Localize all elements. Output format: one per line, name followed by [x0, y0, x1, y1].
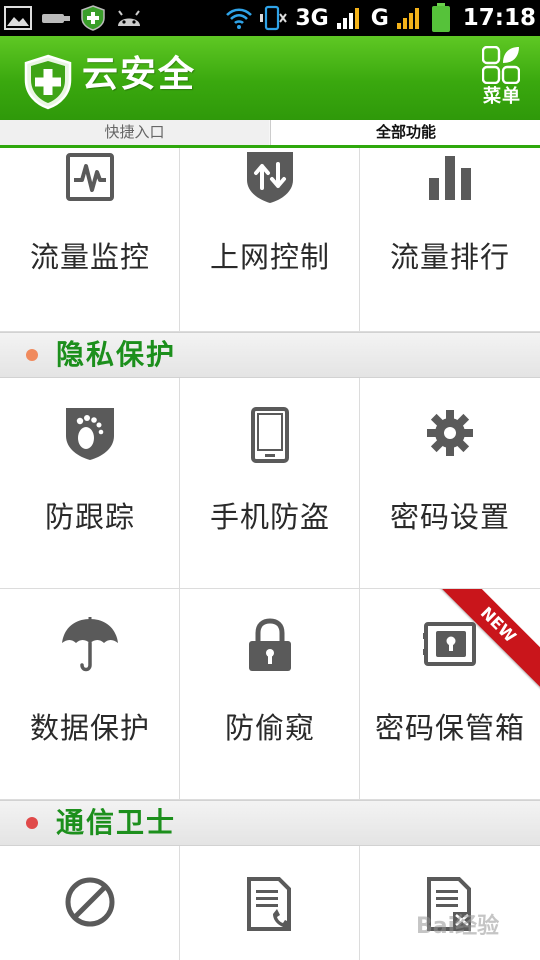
- feature-label: 流量监控: [29, 240, 150, 274]
- app-logo-shield-icon: [24, 54, 72, 110]
- call-log-icon: [247, 877, 291, 931]
- feature-anti-peeping[interactable]: 防偷窥: [180, 589, 360, 800]
- section-title: 通信卫士: [56, 806, 177, 839]
- network-3g-label: 3G: [295, 5, 329, 31]
- section-dot: [26, 349, 38, 361]
- clock: 17:18: [462, 5, 536, 31]
- app-header: [0, 36, 540, 120]
- feature-network-control[interactable]: 上网控制: [180, 148, 360, 332]
- traffic-monitor-icon: [66, 153, 114, 201]
- feature-data-protection[interactable]: 数据保护: [0, 589, 180, 800]
- tab-bar: 快捷入口 全部功能: [0, 120, 540, 148]
- feature-traffic-ranking[interactable]: 流量排行: [360, 148, 540, 332]
- section-privacy-header: 隐私保护: [0, 332, 540, 378]
- safe-icon: [423, 622, 476, 666]
- feature-label: 数据保护: [29, 711, 150, 745]
- feature-password-vault[interactable]: 密码保管箱 NEW: [360, 589, 540, 800]
- feature-password-settings[interactable]: 密码设置: [360, 378, 540, 589]
- network-g-label: G: [370, 5, 389, 31]
- status-bar: 3G G 17:18: [0, 0, 540, 36]
- feature-traffic-monitor[interactable]: 流量监控: [0, 148, 180, 332]
- anti-tracking-icon: [66, 408, 114, 460]
- menu-label: 菜单: [483, 86, 521, 107]
- traffic-ranking-icon: [429, 156, 471, 200]
- usb-icon: [42, 14, 70, 23]
- battery-icon: [431, 3, 450, 32]
- feature-label: 防偷窥: [224, 711, 315, 745]
- section-title: 隐私保护: [56, 338, 177, 371]
- signal-g-icon: [396, 8, 419, 29]
- feature-label: 密码保管箱: [374, 711, 525, 745]
- gear-icon: [427, 410, 473, 456]
- section-comm-header: 通信卫士: [0, 800, 540, 846]
- gallery-icon: [4, 6, 32, 30]
- vibrate-mute-icon: [260, 5, 288, 31]
- menu-grid-icon: [482, 46, 520, 84]
- feature-call-log[interactable]: [180, 846, 360, 960]
- feature-anti-theft[interactable]: 手机防盗: [180, 378, 360, 589]
- section-dot: [26, 817, 38, 829]
- app-title: 云安全: [82, 54, 197, 95]
- feature-label: 流量排行: [389, 240, 510, 274]
- anti-theft-phone-icon: [251, 407, 289, 463]
- feature-label: 密码设置: [389, 500, 510, 534]
- block-icon: [65, 877, 115, 927]
- feature-label: 上网控制: [209, 240, 330, 274]
- android-icon: [118, 10, 140, 26]
- lock-icon: [249, 618, 291, 671]
- tab-all-features[interactable]: 全部功能: [270, 120, 540, 145]
- feature-anti-tracking[interactable]: 防跟踪: [0, 378, 180, 589]
- feature-message-block[interactable]: [360, 846, 540, 960]
- umbrella-icon: [62, 617, 118, 672]
- feature-label: 防跟踪: [44, 500, 135, 534]
- menu-button[interactable]: 菜单: [474, 44, 530, 110]
- feature-label: 手机防盗: [209, 500, 330, 534]
- network-control-icon: [247, 152, 293, 203]
- security-shield-icon: [81, 5, 105, 31]
- wifi-icon: [226, 8, 253, 29]
- feature-block[interactable]: [0, 846, 180, 960]
- watermark: Bai经验: [416, 914, 500, 939]
- signal-3g-icon: [336, 8, 359, 29]
- tab-quick-entry[interactable]: 快捷入口: [0, 120, 269, 145]
